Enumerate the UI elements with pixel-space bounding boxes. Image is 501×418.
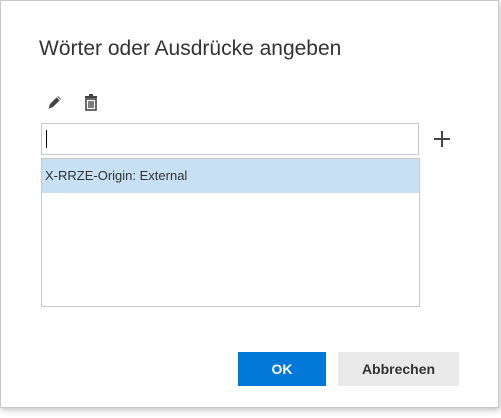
phrase-list[interactable]: X-RRZE-Origin: External xyxy=(41,158,420,307)
cancel-button[interactable]: Abbrechen xyxy=(338,352,459,386)
dialog: Wörter oder Ausdrücke angeben X-RRZE-Ori… xyxy=(0,0,499,408)
trash-icon[interactable] xyxy=(81,92,101,112)
ok-button[interactable]: OK xyxy=(238,352,326,386)
list-item[interactable]: X-RRZE-Origin: External xyxy=(42,159,419,193)
dialog-title: Wörter oder Ausdrücke angeben xyxy=(39,37,342,60)
pencil-icon[interactable] xyxy=(45,92,65,112)
text-caret xyxy=(46,130,47,148)
phrase-input[interactable] xyxy=(41,123,419,155)
plus-icon[interactable] xyxy=(432,129,452,149)
